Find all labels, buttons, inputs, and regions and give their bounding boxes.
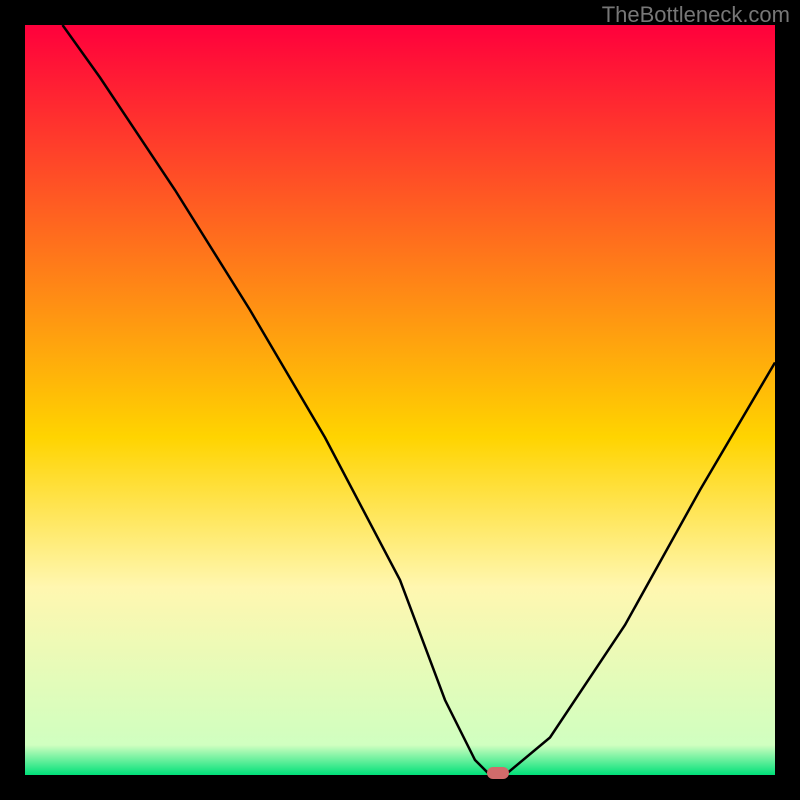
- bottleneck-chart: [25, 25, 775, 775]
- chart-background: [25, 25, 775, 775]
- optimal-point-marker: [487, 767, 509, 779]
- watermark-text: TheBottleneck.com: [602, 2, 790, 28]
- chart-container: TheBottleneck.com: [0, 0, 800, 800]
